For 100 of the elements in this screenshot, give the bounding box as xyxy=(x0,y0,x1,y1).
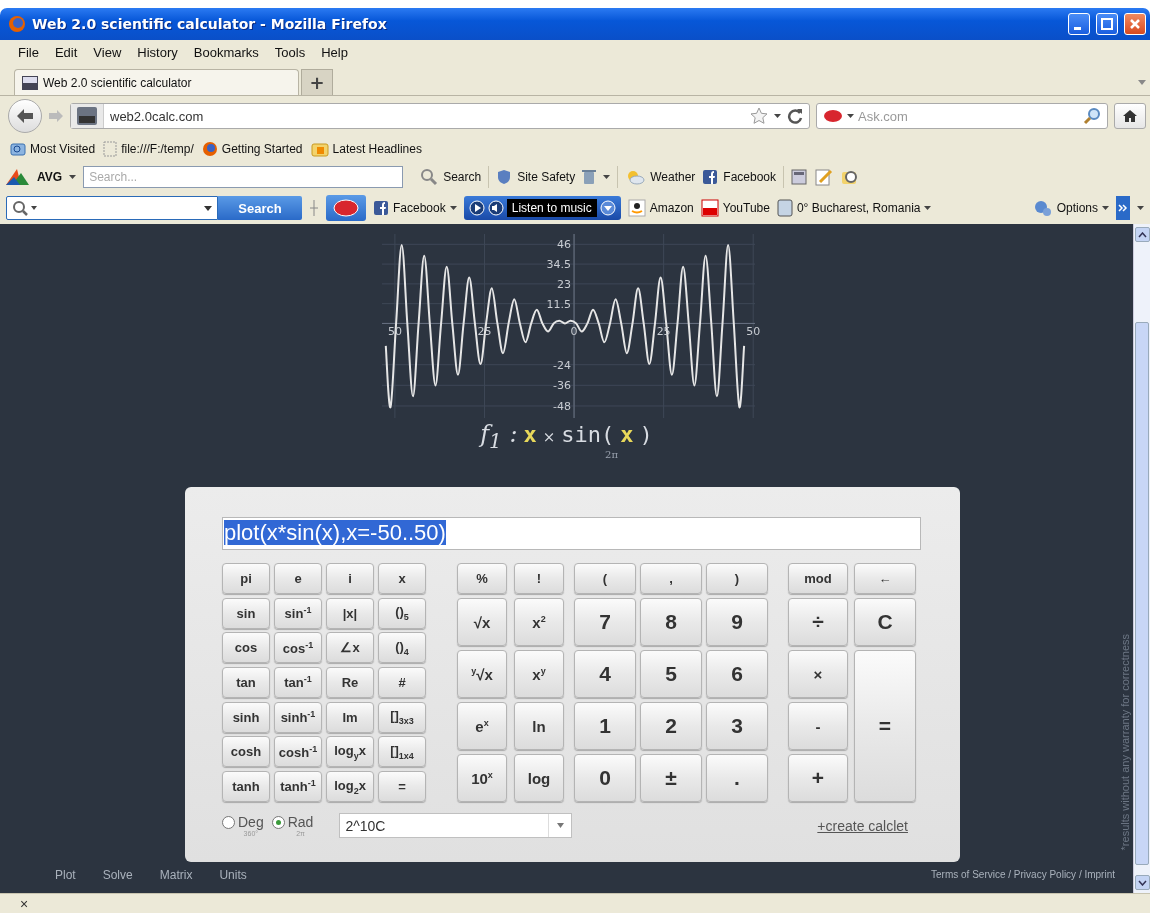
calculator-key[interactable]: e$^{x}$ xyxy=(457,702,507,750)
calculator-key[interactable]: = xyxy=(378,771,426,803)
caret-icon[interactable] xyxy=(603,175,611,179)
calculator-key[interactable]: sinh$^{-1}$ xyxy=(274,701,322,733)
expression-field[interactable]: plot(x*sin(x),x=-50..50) xyxy=(222,517,921,550)
toolbar-link[interactable]: Facebook xyxy=(393,201,446,215)
calculator-key[interactable]: sin xyxy=(222,597,270,629)
page-link[interactable]: Plot xyxy=(55,867,76,882)
page-link[interactable]: Matrix xyxy=(159,867,193,882)
maximize-button[interactable] xyxy=(1096,13,1118,35)
browser-tab[interactable]: Web 2.0 scientific calculator xyxy=(14,69,299,95)
calculator-key[interactable]: 0 xyxy=(574,754,636,802)
calculator-key[interactable]: 6 xyxy=(706,650,768,698)
gear-icon[interactable] xyxy=(1032,199,1053,217)
calculator-key[interactable]: cosh xyxy=(222,736,270,768)
menu-item[interactable]: Help xyxy=(313,44,356,60)
back-button[interactable] xyxy=(8,99,42,133)
calculator-key[interactable]: sinh xyxy=(222,701,270,733)
caret-icon[interactable] xyxy=(69,175,77,179)
page-link[interactable]: Units xyxy=(219,867,247,882)
bookmark-link[interactable]: Getting Started xyxy=(221,142,303,156)
create-calclet-link[interactable]: +create calclet xyxy=(817,817,908,834)
calculator-key[interactable]: ± xyxy=(640,754,702,802)
calculator-key[interactable]: sin$^{-1}$ xyxy=(274,597,322,629)
toolbar-link[interactable]: Site Safety xyxy=(517,170,576,184)
volume-icon[interactable] xyxy=(487,200,504,216)
calculator-key[interactable]: 7 xyxy=(574,598,636,646)
search-field[interactable] xyxy=(6,196,218,220)
calculator-key[interactable]: pi xyxy=(222,563,270,594)
trash-icon[interactable] xyxy=(582,169,597,185)
options-menu[interactable]: Options xyxy=(1056,201,1098,215)
calculator-key[interactable]: 4 xyxy=(574,650,636,698)
new-tab-button[interactable]: + xyxy=(301,69,333,95)
address-field[interactable]: web2.0calc.com xyxy=(70,103,810,129)
radio-button[interactable] xyxy=(271,816,285,830)
calculator-key[interactable]: $^{y}$√x xyxy=(457,650,507,698)
calculator-key[interactable]: x xyxy=(378,563,426,594)
calculator-key[interactable]: log xyxy=(514,754,564,802)
calculator-key[interactable]: = xyxy=(854,650,916,802)
calculator-key[interactable]: ÷ xyxy=(788,598,848,646)
toolbar-link[interactable]: Amazon xyxy=(649,201,694,215)
calculator-key[interactable]: mod xyxy=(788,563,848,594)
calculator-key[interactable]: tan$^{-1}$ xyxy=(274,667,322,699)
calculator-key[interactable]: i xyxy=(326,563,374,594)
ask-button[interactable] xyxy=(326,195,366,221)
menu-item[interactable]: Edit xyxy=(46,44,86,60)
calculator-key[interactable]: ln xyxy=(514,702,564,750)
calculator-key[interactable]: 3 xyxy=(706,702,768,750)
radio-label[interactable]: Rad xyxy=(287,814,314,831)
calculator-key[interactable]: × xyxy=(788,650,848,698)
caret-icon[interactable] xyxy=(31,206,37,210)
calculator-key[interactable]: . xyxy=(706,754,768,802)
calculator-key[interactable]: 10$^{x}$ xyxy=(457,754,507,802)
caret-icon[interactable] xyxy=(1137,206,1144,210)
reload-icon[interactable] xyxy=(787,108,803,124)
calculator-key[interactable]: - xyxy=(788,702,848,750)
toolbar-link[interactable]: Facebook xyxy=(723,170,777,184)
menu-item[interactable]: View xyxy=(85,44,130,60)
footer-links[interactable]: Terms of Service / Privacy Policy / Imprint xyxy=(931,869,1115,880)
magnifier-icon[interactable] xyxy=(841,168,860,186)
radio-label[interactable]: Deg xyxy=(238,814,264,831)
calculator-key[interactable]: tan xyxy=(222,667,270,699)
calculator-key[interactable]: tanh xyxy=(222,771,270,803)
bookmark-link[interactable]: file:///F:/temp/ xyxy=(121,142,194,156)
calculator-key[interactable]: ( xyxy=(574,563,636,594)
menu-item[interactable]: File xyxy=(10,44,47,60)
caret-icon[interactable] xyxy=(924,206,932,210)
home-button[interactable] xyxy=(1114,103,1146,129)
minimize-button[interactable] xyxy=(1068,13,1090,35)
scrollbar[interactable] xyxy=(1133,224,1150,893)
bookmark-link[interactable]: Most Visited xyxy=(30,142,96,156)
calculator-key[interactable]: 8 xyxy=(640,598,702,646)
caret-icon[interactable] xyxy=(1102,206,1109,210)
calculator-key[interactable]: ) xyxy=(706,563,768,594)
toolbar-link[interactable]: 0° Bucharest, Romania xyxy=(796,201,921,215)
toolbar-link[interactable]: Weather xyxy=(650,170,696,184)
calculator-key[interactable]: []$_{3x3}$ xyxy=(378,701,426,733)
caret-icon[interactable] xyxy=(204,205,212,211)
more-button[interactable] xyxy=(1116,196,1130,220)
calculator-key[interactable]: , xyxy=(640,563,702,594)
search-button[interactable]: Search xyxy=(218,196,302,220)
calculator-key[interactable]: √x xyxy=(457,598,507,646)
caret-icon[interactable] xyxy=(449,206,457,210)
calculator-key[interactable]: 1 xyxy=(574,702,636,750)
calculator-key[interactable]: + xyxy=(788,754,848,802)
search-button[interactable]: Search xyxy=(420,168,482,186)
calculator-key[interactable]: ()$_{4}$ xyxy=(378,632,426,664)
calculator-key[interactable]: log$_{2}$x xyxy=(326,771,374,803)
music-link[interactable]: Listen to music xyxy=(506,199,597,217)
toolbar-link[interactable]: YouTube xyxy=(722,201,770,215)
caret-icon[interactable] xyxy=(774,114,781,118)
calculator-key[interactable]: tanh$^{-1}$ xyxy=(274,771,322,803)
calculator-key[interactable]: e xyxy=(274,563,322,594)
calculator-key[interactable]: Re xyxy=(326,667,374,699)
caret-icon[interactable] xyxy=(847,114,854,118)
calculator-key[interactable]: cosh$^{-1}$ xyxy=(274,736,322,768)
calculator-key[interactable]: % xyxy=(457,563,507,594)
history-dropdown[interactable]: 2^10C xyxy=(339,813,573,839)
calculator-key[interactable]: x$^{2}$ xyxy=(514,598,564,646)
radio-button[interactable] xyxy=(222,816,235,830)
